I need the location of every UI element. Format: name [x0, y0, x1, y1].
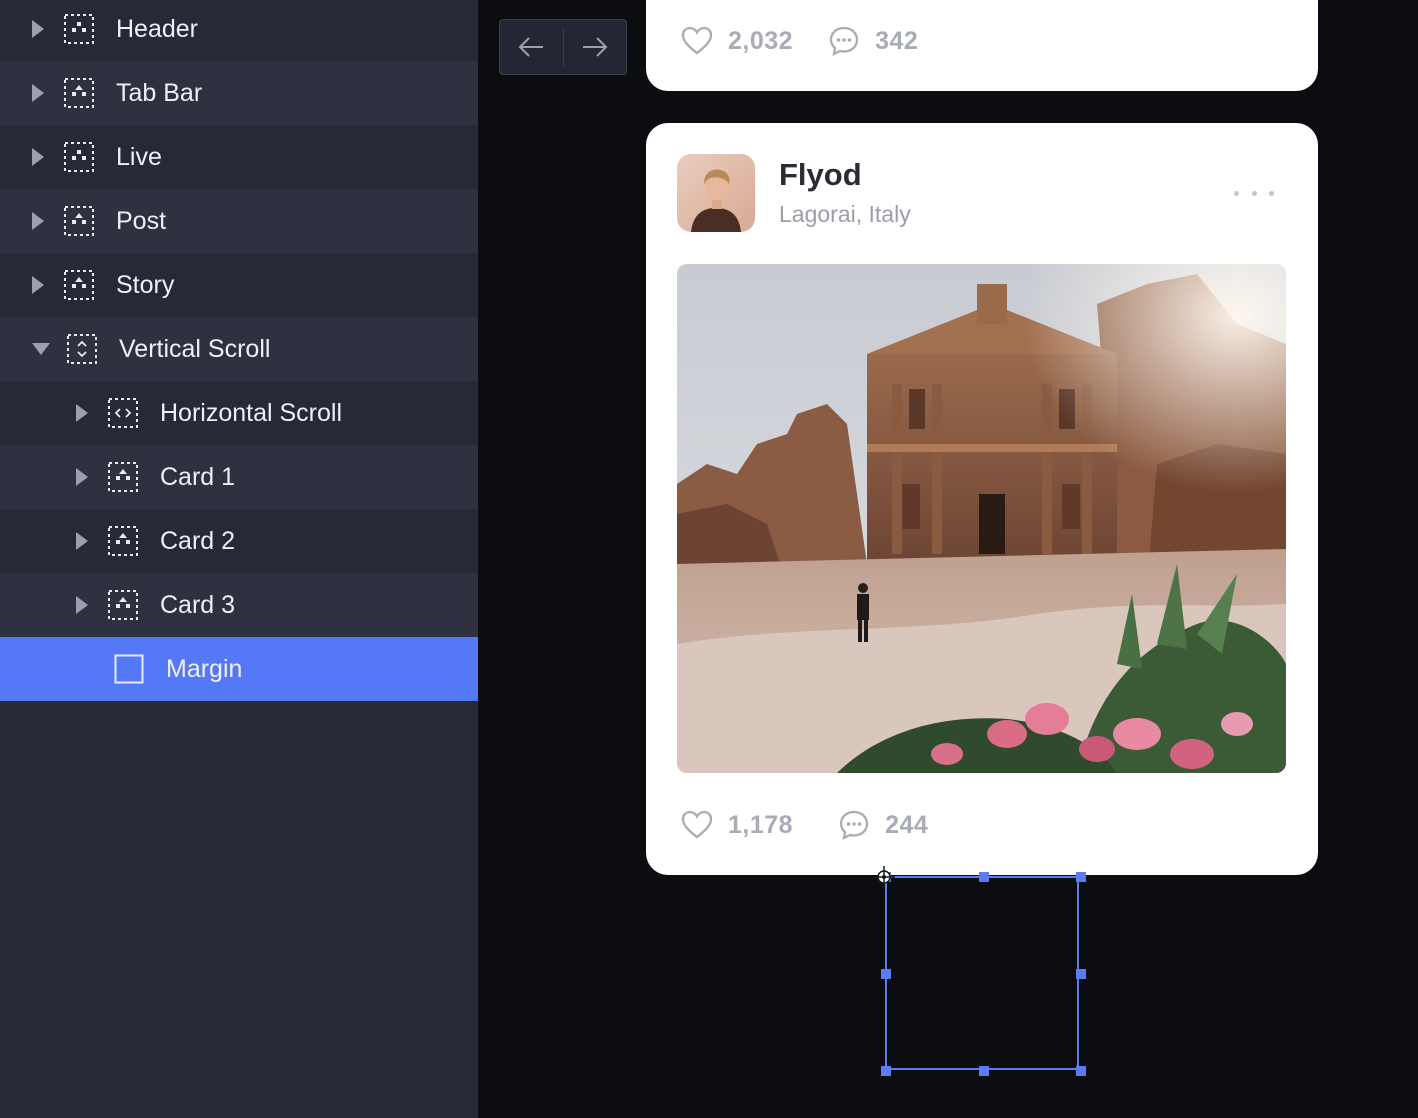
previous-post-card: 2,032 342	[646, 0, 1318, 91]
resize-handle[interactable]	[1076, 872, 1086, 882]
expand-caret-icon[interactable]	[76, 404, 88, 422]
comment-bubble-icon	[839, 810, 869, 841]
petra-monastery-image	[677, 264, 1286, 773]
vertical-scroll-frame-icon	[67, 334, 97, 364]
like-count: 1,178	[728, 810, 794, 839]
layer-card-1[interactable]: Card 1	[0, 445, 478, 509]
expand-caret-icon[interactable]	[76, 468, 88, 486]
more-dot-icon	[1269, 190, 1274, 196]
resize-handle[interactable]	[881, 1066, 891, 1076]
frame-icon	[64, 78, 94, 108]
frame-icon	[108, 590, 138, 620]
like-button[interactable]: 2,032	[680, 24, 793, 58]
layer-label: Vertical Scroll	[119, 334, 271, 363]
collapse-caret-icon[interactable]	[32, 343, 50, 355]
layer-label: Post	[116, 206, 167, 235]
layer-header[interactable]: Header	[0, 0, 478, 61]
post-stats: 1,178 244	[680, 808, 962, 842]
expand-caret-icon[interactable]	[76, 532, 88, 550]
history-nav	[499, 19, 627, 75]
layer-label: Story	[116, 270, 175, 299]
layer-label: Horizontal Scroll	[160, 398, 343, 427]
expand-caret-icon[interactable]	[32, 20, 44, 38]
resize-handle[interactable]	[979, 872, 989, 882]
avatar[interactable]	[677, 154, 755, 232]
frame-icon	[64, 14, 94, 44]
layer-label: Card 2	[160, 526, 236, 555]
more-options-button[interactable]	[1234, 183, 1274, 203]
frame-icon	[64, 142, 94, 172]
crosshair-cursor-icon	[873, 866, 895, 888]
arrow-left-icon	[518, 37, 544, 57]
layer-card-2[interactable]: Card 2	[0, 509, 478, 573]
comment-count: 244	[885, 810, 929, 839]
layer-live[interactable]: Live	[0, 125, 478, 189]
margin-selection-box[interactable]	[881, 872, 1086, 1076]
layer-vertical-scroll[interactable]: Vertical Scroll	[0, 317, 478, 381]
user-name[interactable]: Flyod	[779, 157, 862, 193]
expand-caret-icon[interactable]	[32, 276, 44, 294]
layer-label: Card 3	[160, 590, 236, 619]
layer-card-3[interactable]: Card 3	[0, 573, 478, 637]
layers-panel: Header Tab Bar Live Post Story Vertical …	[0, 0, 478, 1118]
layer-horizontal-scroll[interactable]: Horizontal Scroll	[0, 381, 478, 445]
resize-handle[interactable]	[979, 1066, 989, 1076]
arrow-right-icon	[582, 37, 608, 57]
expand-caret-icon[interactable]	[76, 596, 88, 614]
frame-icon	[64, 270, 94, 300]
layer-label: Margin	[166, 654, 243, 683]
comment-count: 342	[875, 26, 919, 55]
more-dot-icon	[1234, 190, 1239, 196]
layer-margin[interactable]: Margin	[0, 637, 478, 701]
layer-post[interactable]: Post	[0, 189, 478, 253]
post-card: Flyod Lagorai, Italy 1,178 244	[646, 123, 1318, 875]
post-location[interactable]: Lagorai, Italy	[779, 201, 911, 228]
post-photo[interactable]	[677, 264, 1286, 773]
back-button[interactable]	[500, 20, 563, 74]
expand-caret-icon[interactable]	[32, 84, 44, 102]
layer-tab-bar[interactable]: Tab Bar	[0, 61, 478, 125]
resize-handle[interactable]	[881, 969, 891, 979]
expand-caret-icon[interactable]	[32, 212, 44, 230]
frame-icon	[64, 206, 94, 236]
comment-button[interactable]: 342	[827, 24, 918, 58]
rectangle-icon	[114, 654, 144, 684]
layer-label: Tab Bar	[116, 78, 203, 107]
layer-label: Header	[116, 14, 198, 43]
more-dot-icon	[1251, 190, 1257, 196]
avatar-image	[677, 154, 755, 232]
like-count: 2,032	[728, 26, 794, 55]
layer-label: Live	[116, 142, 162, 171]
heart-icon	[681, 810, 713, 839]
resize-handle[interactable]	[1076, 969, 1086, 979]
like-button[interactable]: 1,178	[680, 808, 793, 842]
heart-icon	[681, 26, 713, 55]
layer-label: Card 1	[160, 462, 236, 491]
expand-caret-icon[interactable]	[32, 148, 44, 166]
forward-button[interactable]	[564, 20, 627, 74]
resize-handle[interactable]	[1076, 1066, 1086, 1076]
comment-bubble-icon	[829, 26, 859, 57]
horizontal-scroll-frame-icon	[108, 398, 138, 428]
frame-icon	[108, 526, 138, 556]
frame-icon	[108, 462, 138, 492]
post-stats: 2,032 342	[680, 24, 952, 58]
comment-button[interactable]: 244	[837, 808, 928, 842]
layer-story[interactable]: Story	[0, 253, 478, 317]
